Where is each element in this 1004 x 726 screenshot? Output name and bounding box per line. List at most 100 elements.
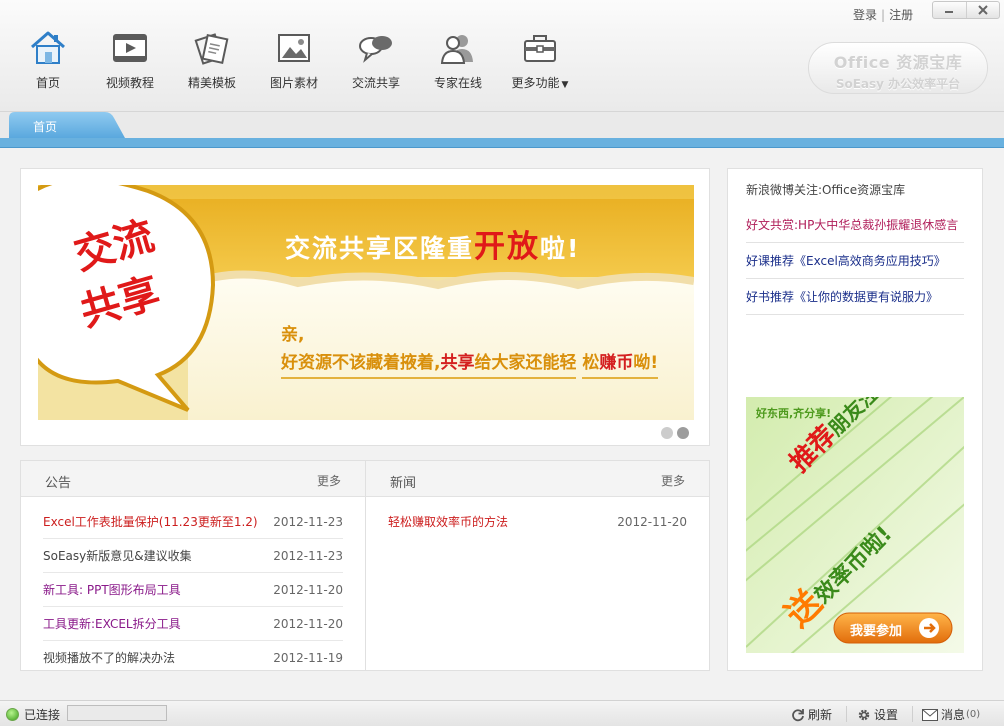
list-item-title[interactable]: 视频播放不了的解决办法 <box>43 641 175 675</box>
nav-more-label: 更多功能 ▼ <box>499 74 581 91</box>
banner-dot-1[interactable] <box>661 427 673 439</box>
banner-slide[interactable]: 交流 共享 交流共享区隆重开放啦! 亲, 好资源不该藏着掖着,共享给大家还能轻 … <box>38 185 694 420</box>
nav-video[interactable]: 视频教程 <box>89 28 171 96</box>
sub-line-3: 松赚币呦! <box>582 349 659 379</box>
banner-dot-2[interactable] <box>677 427 689 439</box>
nav-share[interactable]: 交流共享 <box>335 28 417 96</box>
headline-text-1: 交流共享区隆重 <box>285 234 475 263</box>
list-item-title[interactable]: 工具更新:EXCEL拆分工具 <box>43 607 181 641</box>
list-item[interactable]: Excel工作表批量保护(11.23更新至1.2) 2012-11-23 <box>43 505 343 539</box>
list-item-date: 2012-11-19 <box>273 651 343 665</box>
gear-icon <box>858 709 870 720</box>
close-icon <box>978 5 988 15</box>
progress-bar <box>67 705 167 721</box>
chat-icon <box>359 36 392 63</box>
headline-text-2: 啦! <box>540 234 581 263</box>
nav-more[interactable]: 更多功能 ▼ <box>499 28 581 96</box>
sub2-text-2: 给大家还能轻 <box>474 353 577 373</box>
list-item-date: 2012-11-23 <box>273 515 343 529</box>
sub-line-1: 亲, <box>281 325 305 345</box>
nav-home[interactable]: 首页 <box>7 28 89 96</box>
status-divider <box>846 706 847 722</box>
tab-home-label: 首页 <box>33 120 58 134</box>
mail-icon <box>922 708 938 721</box>
recommend-links: 好文共赏:HP大中华总裁孙振耀退休感言 好课推荐《Excel高效商务应用技巧》 好书… <box>746 207 964 315</box>
notice-more-link[interactable]: 更多 <box>317 472 341 489</box>
experts-icon <box>440 35 473 64</box>
messages-label: 消息 <box>941 708 966 722</box>
logo-subtitle: SoEasy 办公效率平台 <box>835 77 961 91</box>
news-list: 轻松赚取效率币的方法 2012-11-20 <box>366 497 709 539</box>
nav-experts-label: 专家在线 <box>433 76 482 90</box>
sub-line-2: 好资源不该藏着掖着,共享给大家还能轻 <box>281 349 577 379</box>
list-item-title[interactable]: 轻松赚取效率币的方法 <box>388 505 508 539</box>
list-item-title[interactable]: SoEasy新版意见&建议收集 <box>43 539 192 573</box>
nav-templates[interactable]: 精美模板 <box>171 28 253 96</box>
notice-panel: 公告 更多 Excel工作表批量保护(11.23更新至1.2) 2012-11-2… <box>20 460 366 671</box>
list-item-title[interactable]: 新工具: PPT图形布局工具 <box>43 573 181 607</box>
settings-label: 设置 <box>874 708 899 722</box>
refresh-button[interactable]: 刷新 <box>791 706 832 723</box>
picture-icon <box>278 34 310 62</box>
headline-highlight: 开放 <box>474 229 541 265</box>
news-panel: 新闻 更多 轻松赚取效率币的方法 2012-11-20 <box>365 460 710 671</box>
list-item[interactable]: SoEasy新版意见&建议收集 2012-11-23 <box>43 539 343 573</box>
banner-panel: 交流 共享 交流共享区隆重开放啦! 亲, 好资源不该藏着掖着,共享给大家还能轻 … <box>20 168 710 446</box>
close-button[interactable] <box>965 2 1000 18</box>
news-more-link[interactable]: 更多 <box>661 472 685 489</box>
connection-label: 已连接 <box>24 708 61 722</box>
register-link[interactable]: 注册 <box>889 8 913 22</box>
nav-experts[interactable]: 专家在线 <box>417 28 499 96</box>
link-separator: | <box>881 8 886 22</box>
app-logo: Office 资源宝库 SoEasy 办公效率平台 <box>808 42 988 94</box>
list-item[interactable]: 工具更新:EXCEL拆分工具 2012-11-20 <box>43 607 343 641</box>
notice-title: 公告 <box>45 476 72 491</box>
message-count: (0) <box>966 709 981 720</box>
sub3-highlight: 赚币 <box>599 353 634 373</box>
list-item-date: 2012-11-20 <box>273 617 343 631</box>
recommend-link[interactable]: 好课推荐《Excel高效商务应用技巧》 <box>746 243 964 279</box>
nav-templates-label: 精美模板 <box>187 76 236 90</box>
messages-button[interactable]: 消息 (0) <box>922 706 980 723</box>
news-title: 新闻 <box>390 476 417 491</box>
nav-share-label: 交流共享 <box>351 76 400 90</box>
sub2-highlight: 共享 <box>440 353 475 373</box>
status-divider <box>912 706 913 722</box>
connected-icon <box>6 708 19 721</box>
nav-pictures-label: 图片素材 <box>269 76 318 90</box>
list-item-date: 2012-11-23 <box>273 549 343 563</box>
list-item[interactable]: 视频播放不了的解决办法 2012-11-19 <box>43 641 343 675</box>
home-icon <box>31 31 65 64</box>
sub2-text-1: 好资源不该藏着掖着, <box>281 353 441 373</box>
side-panel: 新浪微博关注:Office资源宝库 好文共赏:HP大中华总裁孙振耀退休感言 好课推… <box>727 168 983 671</box>
chevron-down-icon: ▼ <box>561 80 569 90</box>
list-item-date: 2012-11-20 <box>617 515 687 529</box>
nav-more-text: 更多功能 <box>511 76 560 90</box>
list-item[interactable]: 新工具: PPT图形布局工具 2012-11-20 <box>43 573 343 607</box>
video-icon <box>113 34 147 62</box>
minimize-button[interactable] <box>933 2 966 18</box>
promo-banner[interactable]: 好东西,齐分享! 推荐朋友注册, 送效率币啦! 我要参加 <box>746 397 964 653</box>
recommend-link[interactable]: 好书推荐《让你的数据更有说服力》 <box>746 279 964 315</box>
news-header: 新闻 更多 <box>366 461 709 497</box>
join-button[interactable]: 我要参加 <box>850 620 902 639</box>
nav-video-label: 视频教程 <box>105 76 154 90</box>
tab-shape <box>9 112 125 138</box>
nav-home-label: 首页 <box>35 76 60 90</box>
tab-underline <box>0 138 1004 148</box>
window-controls <box>932 1 1000 19</box>
settings-button[interactable]: 设置 <box>857 706 898 723</box>
account-links: 登录 | 注册 <box>853 6 913 23</box>
list-item-title[interactable]: Excel工作表批量保护(11.23更新至1.2) <box>43 505 258 539</box>
connection-status: 已连接 <box>6 706 60 723</box>
notice-list: Excel工作表批量保护(11.23更新至1.2) 2012-11-23 SoEas… <box>21 497 365 675</box>
login-link[interactable]: 登录 <box>853 8 877 22</box>
recommend-link[interactable]: 好文共赏:HP大中华总裁孙振耀退休感言 <box>746 207 964 243</box>
tab-home[interactable]: 首页 <box>9 112 127 138</box>
list-item-date: 2012-11-20 <box>273 583 343 597</box>
refresh-icon <box>792 708 804 721</box>
weibo-follow-text[interactable]: 新浪微博关注:Office资源宝库 <box>746 181 905 198</box>
nav-pictures[interactable]: 图片素材 <box>253 28 335 96</box>
tab-strip: 首页 <box>0 112 1004 138</box>
list-item[interactable]: 轻松赚取效率币的方法 2012-11-20 <box>388 505 687 539</box>
